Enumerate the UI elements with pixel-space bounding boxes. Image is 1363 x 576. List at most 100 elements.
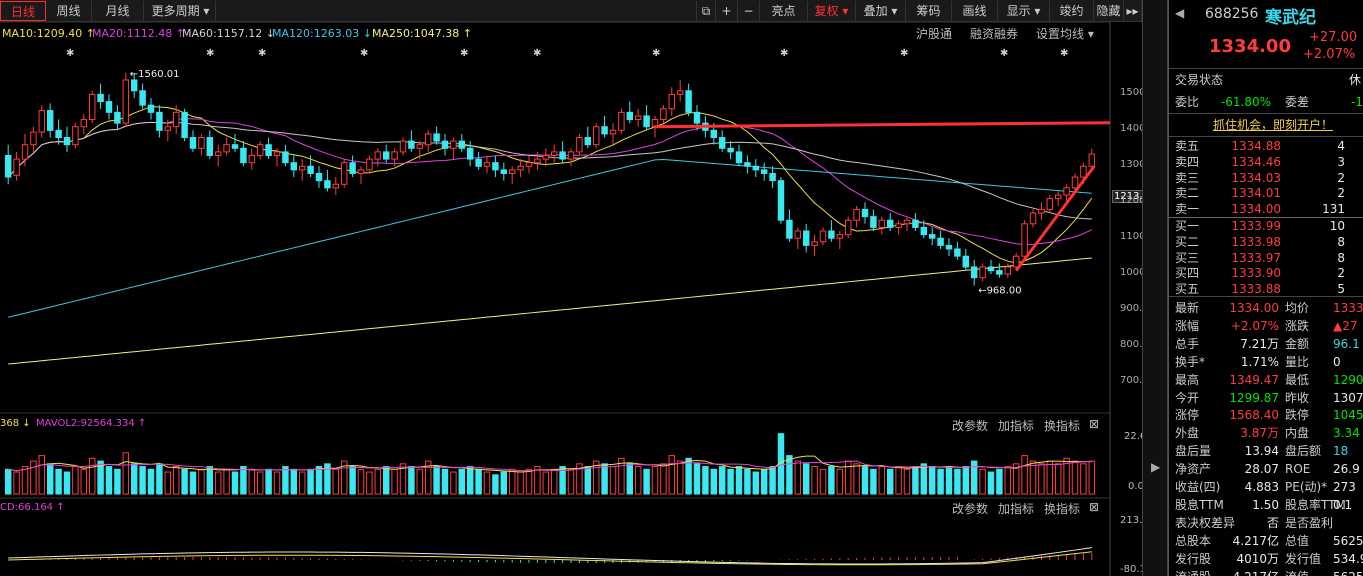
stat-value: 1568.40 [1229,408,1279,423]
candle-body [483,162,491,167]
stat-label: 昨收 [1285,390,1310,405]
candle-body [450,140,457,149]
ask-price: 1334.00 [1231,202,1281,217]
volume-bar [307,468,314,495]
stat-label: 流通股 [1175,568,1211,576]
volume-bar [794,460,802,495]
macd-add-indicator-button[interactable]: 加指标 [998,500,1034,517]
stat-label: PE(动)* [1285,480,1328,494]
candle-body [466,147,474,160]
candle-body [685,90,692,113]
volume-bar [752,471,760,495]
volume-bar [475,468,482,495]
candle-body [828,230,835,239]
candle-body [1021,223,1028,257]
volume-bar [466,466,474,495]
candle-body [668,93,676,110]
candle-body [643,115,650,128]
candle-body [30,131,37,146]
candle-body [1004,266,1012,275]
candle-body [240,147,247,164]
volume-bar [945,466,953,495]
volume-bar [366,471,373,495]
volume-bar [970,460,978,495]
macd-close-icon[interactable]: ⊠ [1089,500,1099,514]
stat-label: 内盘 [1285,426,1310,441]
candle-body [626,111,634,121]
candle-body [130,79,138,92]
vol-params-button[interactable]: 改参数 [952,417,988,434]
volume-bar [542,471,550,495]
stat-label: 外盘 [1175,426,1200,441]
stat-value: 273 [1333,480,1356,494]
stat-value: 4.217亿 [1209,568,1279,576]
vol-title-b: MAVOL2:92564.334 ↑ [36,418,147,429]
macd-switch-indicator-button[interactable]: 换指标 [1044,500,1080,517]
candle-body [1029,212,1037,225]
bid-price: 1333.90 [1231,266,1281,281]
candle-body [853,208,860,221]
volume-bar [206,466,214,495]
last-price: 1334.00 [1209,36,1291,57]
stat-value: 4.883 [1244,480,1279,494]
collapse-bar[interactable]: ▶ [1142,0,1168,576]
volume-bar [727,468,734,495]
candle-body [189,137,197,149]
candle-body [660,108,667,121]
high-annotation: ←1560.01 [130,69,180,80]
ma250-line [8,257,1092,365]
stat-value: 1333 [1333,301,1363,315]
volume-bar [769,466,776,495]
volume-bar [13,471,20,495]
candle-body [525,162,533,167]
volume-bar [298,471,306,495]
candle-body [433,133,440,142]
candle-body [550,151,558,156]
volume-bar [256,471,264,495]
prev-stock-icon[interactable]: ◀ [1175,6,1184,20]
stat-label: 流值 [1285,568,1309,576]
volume-bar [181,468,188,495]
vol-add-indicator-button[interactable]: 加指标 [998,417,1034,434]
collapse-arrow-icon[interactable]: ▶ [1151,460,1160,474]
stat-label: 跌停 [1285,408,1310,423]
stat-value: 18 [1333,444,1349,459]
candle-body [786,219,793,239]
stat-value: 1.71% [1240,354,1279,369]
event-star-icon: ✱ [1000,48,1008,59]
stat-label: 盘后量 [1175,444,1212,459]
volume-bar [198,468,205,495]
vol-switch-indicator-button[interactable]: 换指标 [1044,417,1080,434]
volume-bar [416,468,424,495]
candle-body [80,119,88,128]
volume-bar [63,471,71,495]
ask-label: 卖三 [1175,170,1200,185]
volume-bar [744,468,751,495]
volume-bar [408,466,415,495]
stat-label: 最高 [1175,372,1200,387]
candle-body [315,172,323,182]
volume-bar [853,463,860,495]
candle-body [811,241,818,246]
open-account-banner[interactable]: 抓住机会，即刻开户！ [1213,116,1333,133]
volume-bar [634,466,642,495]
stat-value: 5625 [1333,533,1363,548]
candle-body [256,144,264,156]
stat-value: 1349.47 [1229,372,1279,387]
ask-label: 卖二 [1175,186,1200,201]
candle-body [340,162,348,185]
volume-bar [886,468,894,495]
stat-value: 1.50 [1252,497,1279,512]
stat-value: 1307 [1333,390,1363,405]
volume-bar [550,468,558,495]
volume-bar [290,468,298,495]
vol-close-icon[interactable]: ⊠ [1089,417,1099,431]
candle-body [38,110,46,133]
volume-bar [1046,460,1054,495]
volume-bar [693,463,701,495]
candle-body [21,144,29,160]
trade-status-label: 交易状态 [1175,73,1224,87]
bid-label: 买五 [1175,282,1200,297]
volume-bar [626,463,634,495]
macd-params-button[interactable]: 改参数 [952,500,988,517]
